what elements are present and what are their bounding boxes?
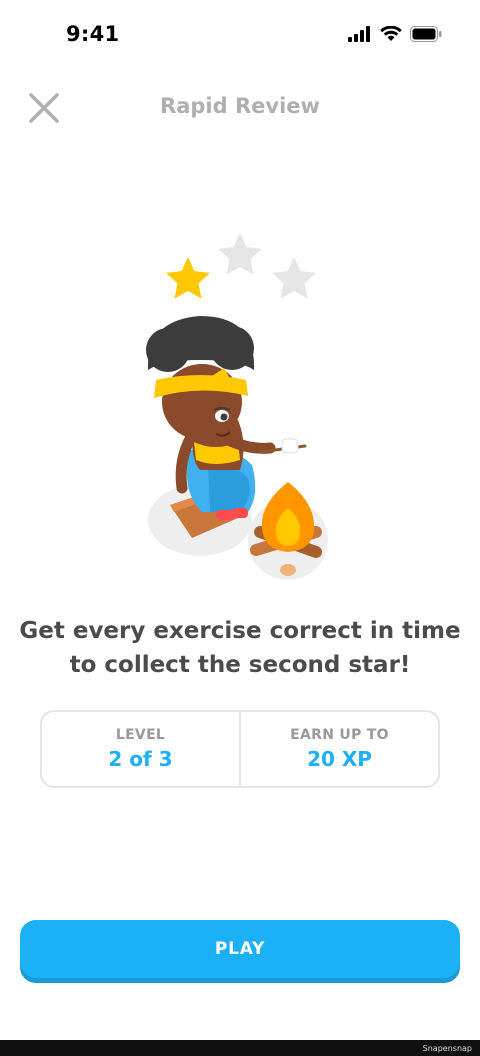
- header: Rapid Review: [0, 82, 480, 132]
- stats-card: LEVEL 2 of 3 EARN UP TO 20 XP: [40, 710, 440, 788]
- level-stat: LEVEL 2 of 3: [42, 712, 239, 786]
- play-button[interactable]: PLAY: [20, 920, 460, 978]
- level-label: LEVEL: [115, 727, 166, 743]
- headline-line-1: Get every exercise correct in time: [19, 618, 461, 644]
- hero-illustration: [120, 220, 360, 590]
- xp-value: 20 XP: [307, 747, 372, 771]
- bottom-strip: [0, 1040, 480, 1056]
- wifi-icon: [380, 26, 402, 41]
- star-empty-icon: [272, 257, 316, 299]
- xp-stat: EARN UP TO 20 XP: [239, 712, 438, 786]
- stars-progress: [166, 233, 316, 299]
- star-filled-icon: [166, 257, 210, 299]
- signal-icon: [348, 26, 370, 42]
- headline-line-2: to collect the second star!: [69, 652, 411, 678]
- watermark: Snapensnap: [422, 1044, 472, 1053]
- status-time: 9:41: [66, 22, 120, 46]
- headline: Get every exercise correct in time to co…: [10, 614, 470, 682]
- level-value: 2 of 3: [108, 747, 173, 771]
- status-bar: 9:41: [0, 0, 480, 70]
- star-empty-icon: [218, 233, 262, 275]
- xp-label: EARN UP TO: [290, 727, 389, 743]
- status-icons: [348, 26, 442, 42]
- page-title: Rapid Review: [160, 94, 320, 118]
- battery-icon: [410, 26, 442, 42]
- campfire-character-illustration: [146, 233, 328, 580]
